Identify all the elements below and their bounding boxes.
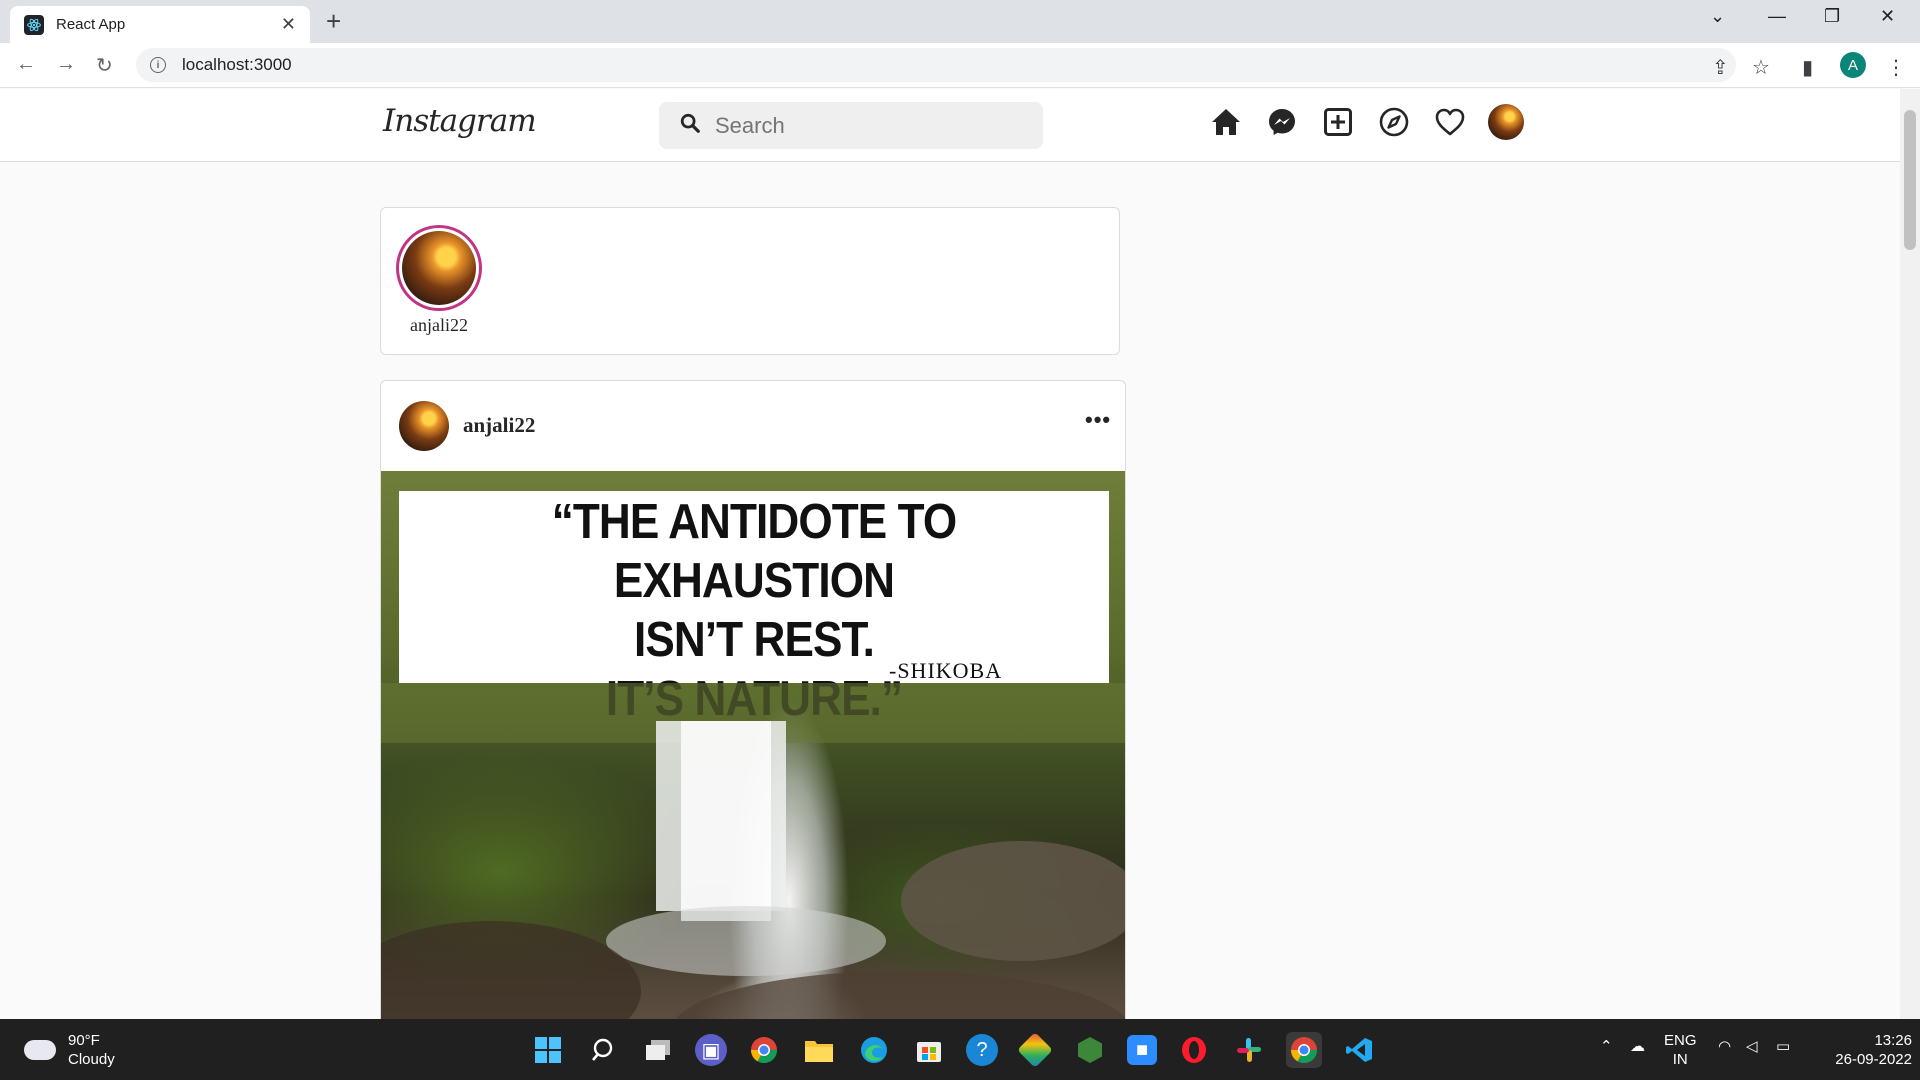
post-options-icon[interactable]: ••• <box>1085 407 1111 433</box>
profile-avatar[interactable] <box>1488 104 1524 140</box>
nodejs-icon[interactable] <box>1072 1032 1108 1068</box>
weather-desc: Cloudy <box>68 1051 115 1068</box>
post-image[interactable]: “THE ANTIDOTE TO EXHAUSTION ISN’T REST. … <box>381 471 1125 1019</box>
search-input[interactable] <box>715 112 1015 139</box>
clock-date: 26-09-2022 <box>1835 1051 1912 1068</box>
forward-icon[interactable]: → <box>56 53 76 76</box>
region-code: IN <box>1672 1051 1688 1068</box>
weather-widget[interactable]: 90°F Cloudy <box>24 1031 115 1069</box>
onedrive-cloud-icon[interactable]: ☁ <box>1630 1037 1645 1056</box>
close-window-icon[interactable]: ✕ <box>1880 6 1895 27</box>
url-text: localhost:3000 <box>182 55 292 74</box>
chrome-icon[interactable] <box>746 1032 782 1068</box>
windows-taskbar: 90°F Cloudy ▣ ? ■ ⌃ ☁ ENG IN ◠ ◁ ▭ 13:26… <box>0 1019 1920 1080</box>
stories-bar: anjali22 <box>380 207 1120 355</box>
cloud-icon <box>24 1040 56 1060</box>
side-panel-icon[interactable]: ▮ <box>1802 55 1813 80</box>
scrollbar-thumb[interactable] <box>1904 110 1916 250</box>
story-avatar-image <box>402 231 476 305</box>
wifi-icon[interactable]: ◠ <box>1718 1037 1731 1056</box>
language-indicator[interactable]: ENG IN <box>1664 1031 1697 1069</box>
search-icon <box>679 112 701 139</box>
windows-start-icon[interactable] <box>530 1032 566 1068</box>
profile-avatar-image <box>1488 104 1524 140</box>
share-icon[interactable]: ⇪ <box>1712 55 1729 80</box>
back-icon[interactable]: ← <box>16 53 36 76</box>
tab-search-chevron-icon[interactable]: ⌄ <box>1710 6 1725 27</box>
close-tab-icon[interactable]: ✕ <box>281 14 296 35</box>
file-explorer-icon[interactable] <box>801 1032 837 1068</box>
site-info-icon[interactable]: i <box>150 57 166 73</box>
weather-temp: 90°F <box>68 1032 100 1049</box>
teams-chat-icon[interactable]: ▣ <box>695 1034 727 1066</box>
browser-tab[interactable]: React App ✕ <box>10 6 310 43</box>
story-username: anjali22 <box>410 315 468 335</box>
edge-icon[interactable] <box>856 1032 892 1068</box>
help-icon[interactable]: ? <box>966 1034 998 1066</box>
browser-menu-icon[interactable]: ⋮ <box>1886 55 1906 80</box>
page-viewport: Instagram Search anjali22 anjali22 ••• “… <box>0 89 1900 1019</box>
new-tab-button[interactable]: + <box>326 8 341 34</box>
opera-icon[interactable] <box>1176 1032 1212 1068</box>
ms-store-icon[interactable] <box>911 1032 947 1068</box>
activity-heart-icon[interactable] <box>1432 104 1468 140</box>
language-code: ENG <box>1664 1032 1697 1049</box>
header-nav <box>1208 104 1524 140</box>
vscode-icon[interactable] <box>1341 1032 1377 1068</box>
bookmark-star-icon[interactable]: ☆ <box>1752 55 1770 80</box>
volume-icon[interactable]: ◁ <box>1746 1037 1758 1056</box>
instagram-logo[interactable]: Instagram <box>383 103 537 139</box>
taskbar-apps: ▣ ? ■ <box>530 1032 1377 1068</box>
minimize-icon[interactable]: — <box>1768 6 1786 27</box>
tab-title: React App <box>56 16 126 33</box>
post-header: anjali22 ••• <box>381 381 1125 471</box>
post-author-avatar[interactable] <box>399 401 449 451</box>
react-favicon-icon <box>24 14 44 35</box>
waterfall-scenery <box>381 683 1125 1019</box>
app-header: Instagram <box>0 89 1900 162</box>
reload-icon[interactable]: ↻ <box>96 53 113 78</box>
home-icon[interactable] <box>1208 104 1244 140</box>
explore-icon[interactable] <box>1376 104 1412 140</box>
battery-icon[interactable]: ▭ <box>1776 1037 1790 1056</box>
browser-toolbar: ← → ↻ i localhost:3000 ⇪ ☆ ▮ ⋮ <box>0 43 1920 88</box>
search-taskbar-icon[interactable] <box>585 1032 621 1068</box>
clock[interactable]: 13:26 26-09-2022 <box>1816 1031 1912 1069</box>
zoom-icon[interactable]: ■ <box>1127 1035 1157 1065</box>
address-bar[interactable]: i localhost:3000 <box>136 48 1736 82</box>
story-avatar[interactable] <box>396 225 482 311</box>
clock-time: 13:26 <box>1874 1032 1912 1049</box>
new-post-icon[interactable] <box>1320 104 1356 140</box>
chrome-profile-icon[interactable] <box>1286 1032 1322 1068</box>
restore-icon[interactable]: ❐ <box>1824 6 1840 27</box>
git-tool-icon[interactable] <box>1017 1032 1053 1068</box>
browser-profile-avatar[interactable]: A <box>1840 52 1866 78</box>
task-view-icon[interactable] <box>640 1032 676 1068</box>
feed-post: anjali22 ••• “THE ANTIDOTE TO EXHAUSTION… <box>380 380 1126 1019</box>
show-hidden-icons-chevron-icon[interactable]: ⌃ <box>1600 1037 1613 1056</box>
messenger-icon[interactable] <box>1264 104 1300 140</box>
search-box[interactable] <box>659 102 1043 149</box>
post-username[interactable]: anjali22 <box>463 413 535 438</box>
slack-icon[interactable] <box>1231 1032 1267 1068</box>
browser-tab-strip: React App ✕ + ⌄ — ❐ ✕ <box>0 0 1920 43</box>
